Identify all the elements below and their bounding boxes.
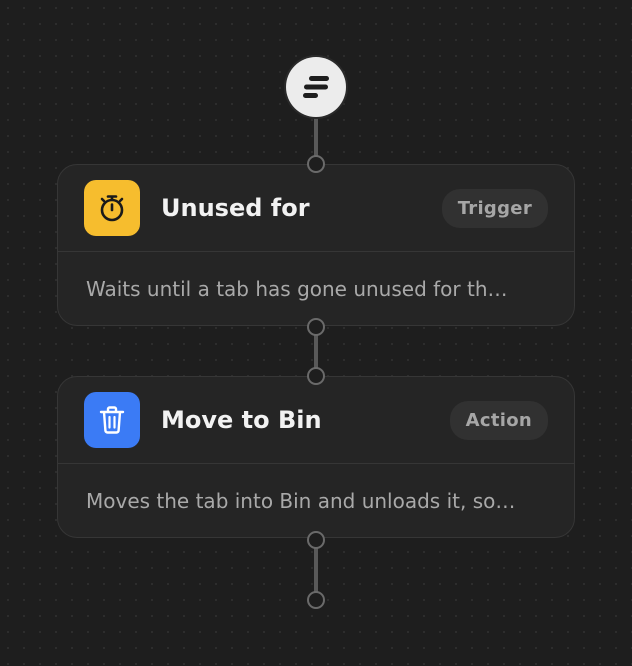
node-description: Moves the tab into Bin and unloads it, s…: [86, 488, 516, 513]
flow-lines-icon: [303, 76, 329, 98]
add-node-port[interactable]: [307, 591, 325, 609]
node-type-badge: Action: [449, 400, 548, 440]
connector-start: [314, 112, 318, 160]
node-header: Move to Bin Action: [58, 377, 574, 464]
input-port-move-to-bin[interactable]: [307, 367, 325, 385]
trash-icon: [99, 406, 125, 434]
node-title: Unused for: [161, 194, 310, 222]
connector-end: [314, 546, 318, 596]
trigger-icon-tile: [84, 180, 140, 236]
node-description: Waits until a tab has gone unused for th…: [86, 276, 508, 301]
output-port-unused-for[interactable]: [307, 318, 325, 336]
node-header: Unused for Trigger: [58, 165, 574, 252]
node-type-badge: Trigger: [441, 188, 548, 228]
start-node[interactable]: [286, 57, 346, 117]
output-port-move-to-bin[interactable]: [307, 531, 325, 549]
node-title: Move to Bin: [161, 406, 322, 434]
input-port-unused-for[interactable]: [307, 155, 325, 173]
workflow-canvas: Unused for Trigger Waits until a tab has…: [0, 0, 632, 666]
action-icon-tile: [84, 392, 140, 448]
stopwatch-icon: [100, 195, 124, 222]
node-card-unused-for[interactable]: Unused for Trigger Waits until a tab has…: [57, 164, 575, 326]
node-card-move-to-bin[interactable]: Move to Bin Action Moves the tab into Bi…: [57, 376, 575, 538]
